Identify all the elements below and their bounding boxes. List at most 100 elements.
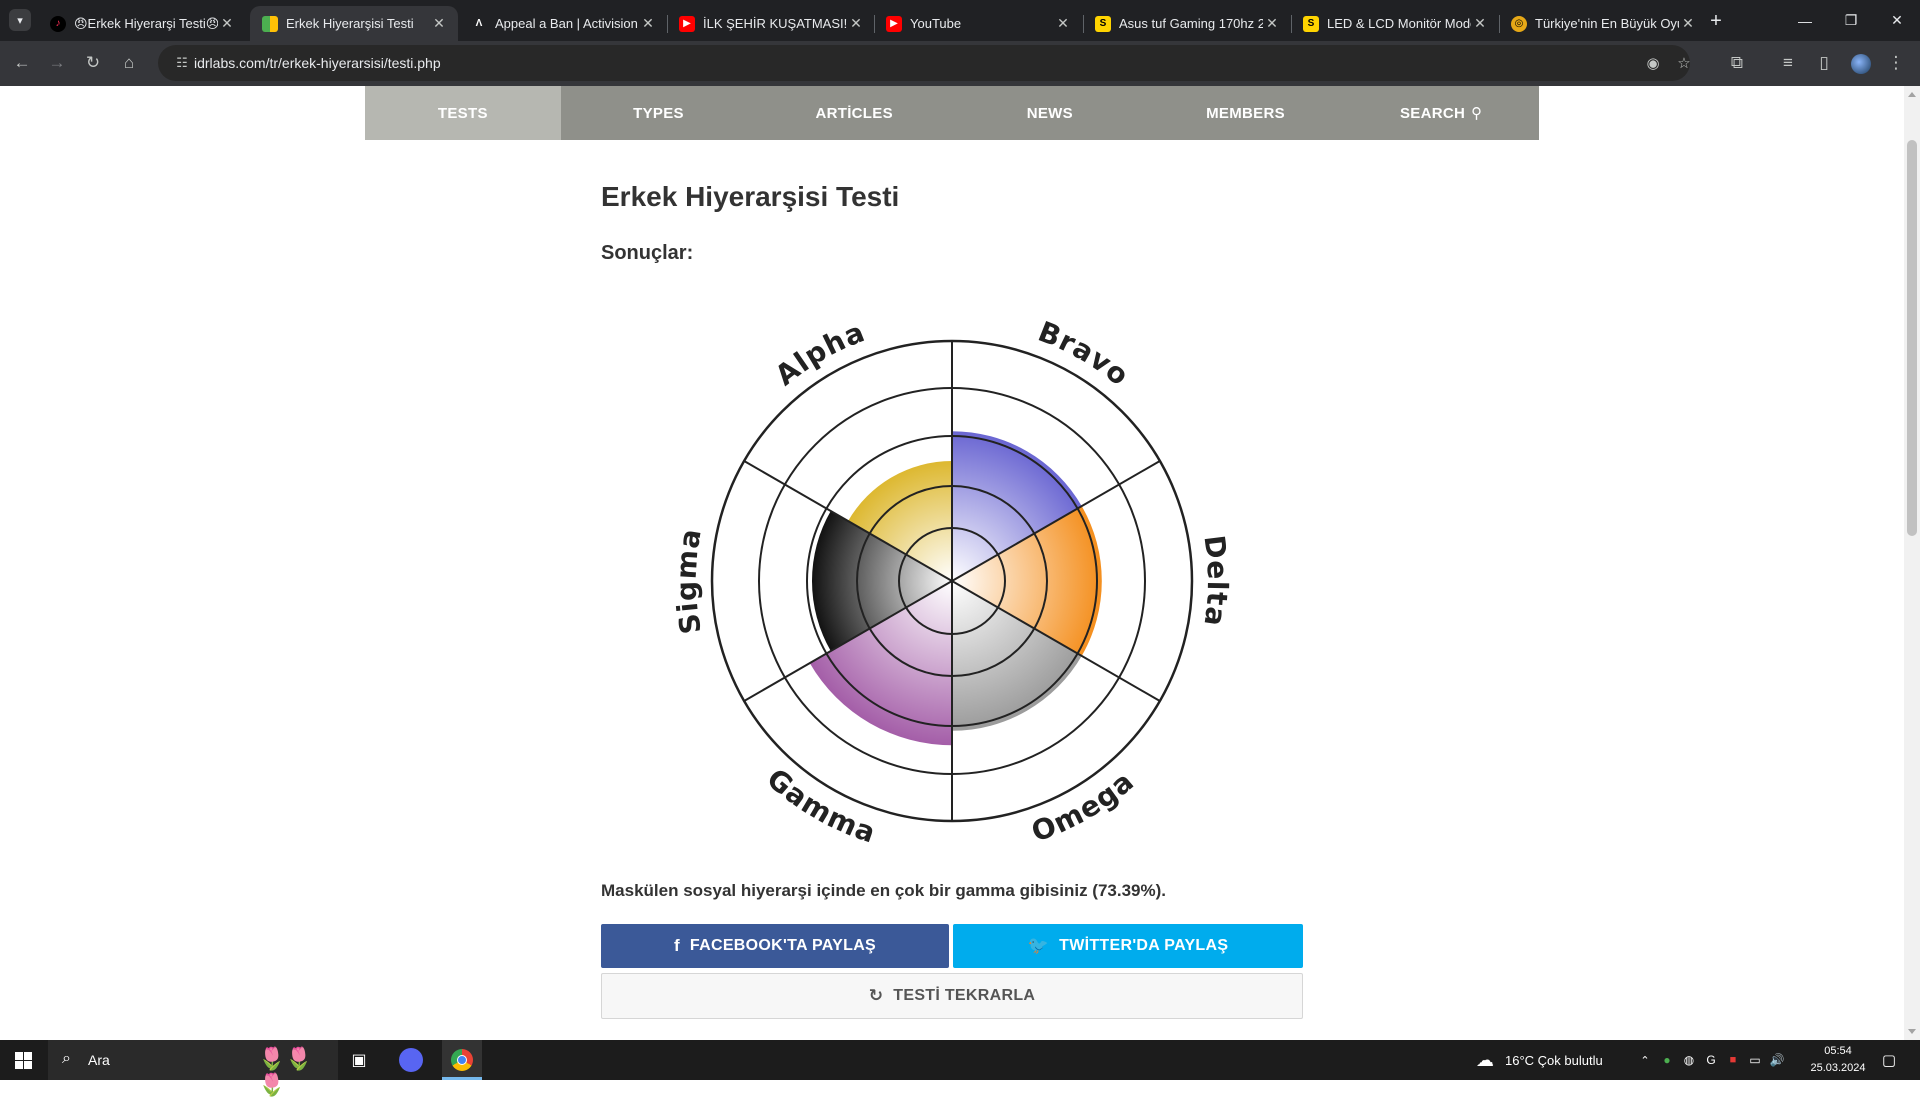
share-twitter-label: TWİTTER'DA PAYLAŞ (1059, 937, 1229, 954)
tab-close-icon[interactable]: ✕ (1679, 15, 1697, 32)
search-icon: ⌕ (62, 1050, 71, 1067)
site-info-icon[interactable]: ☷ (172, 53, 192, 73)
nav-types[interactable]: TYPES (561, 86, 757, 140)
address-bar[interactable]: ☷ idrlabs.com/tr/erkek-hiyerarsisi/testi… (158, 45, 1691, 81)
tab-close-icon[interactable]: ✕ (1471, 15, 1489, 32)
back-button[interactable]: ← (8, 49, 36, 77)
clock-time[interactable]: 05:54 (1808, 1045, 1868, 1057)
tray-app-icon[interactable]: ● (1658, 1040, 1676, 1080)
bookmark-star-icon[interactable]: ☆ (1673, 52, 1695, 74)
site-navigation: TESTS TYPES ARTİCLES NEWS MEMBERS SEARCH ⚲ (365, 86, 1539, 140)
chart-label-sigma: Sigma (670, 526, 708, 637)
nav-articles[interactable]: ARTİCLES (756, 86, 952, 140)
steam-icon[interactable]: ◍ (1680, 1040, 1698, 1080)
browser-tab[interactable]: ◎ Türkiye'nin En Büyük Oyu ✕ (1499, 6, 1707, 41)
twitter-icon: 🐦 (1027, 936, 1050, 955)
nav-label: TYPES (633, 104, 684, 122)
tab-close-icon[interactable]: ✕ (1054, 15, 1072, 32)
tab-title: Appeal a Ban | Activision S (495, 16, 639, 31)
windows-logo-icon (14, 1051, 32, 1069)
clock-date[interactable]: 25.03.2024 (1802, 1062, 1874, 1074)
url-text[interactable]: idrlabs.com/tr/erkek-hiyerarsisi/testi.p… (194, 55, 441, 71)
chart-label-delta: Delta (1197, 533, 1234, 629)
nav-label: MEMBERS (1206, 104, 1285, 122)
scroll-up-arrow-icon[interactable] (1908, 92, 1916, 97)
side-panel-icon[interactable]: ▯ (1810, 49, 1838, 77)
browser-tab[interactable]: ▶ İLK ŞEHİR KUŞATMASI! | M✕ (667, 6, 875, 41)
nav-news[interactable]: NEWS (952, 86, 1148, 140)
tab-close-icon[interactable]: ✕ (1263, 15, 1281, 32)
start-button[interactable] (8, 1040, 38, 1080)
retry-test-label: TESTİ TEKRARLA (893, 987, 1036, 1004)
scroll-down-arrow-icon[interactable] (1908, 1029, 1916, 1034)
browser-tab[interactable]: ♪ 😠Erkek Hiyerarşi Testi😠 ✕ (38, 6, 246, 41)
share-twitter-button[interactable]: 🐦 TWİTTER'DA PAYLAŞ (953, 924, 1303, 968)
tab-title: Erkek Hiyerarşisi Testi (286, 16, 414, 31)
taskbar-search-placeholder: Ara (88, 1052, 110, 1068)
nav-search[interactable]: SEARCH ⚲ (1343, 86, 1539, 140)
tab-close-icon[interactable]: ✕ (847, 15, 865, 32)
menu-icon[interactable]: ⋮ (1882, 49, 1910, 77)
hierarchy-chart-svg: Alpha BravoDeltaOmegaGammaSigma (670, 315, 1234, 850)
discord-app-icon[interactable] (393, 1040, 429, 1080)
tab-title: Türkiye'nin En Büyük Oyu (1535, 16, 1679, 31)
reload-button[interactable]: ↻ (79, 49, 107, 77)
tab-title: Asus tuf Gaming 170hz 2 (1119, 16, 1263, 31)
scrollbar-thumb[interactable] (1907, 140, 1917, 536)
tab-close-icon[interactable]: ✕ (639, 15, 657, 32)
search-icon: ⚲ (1471, 105, 1483, 122)
close-window-button[interactable]: ✕ (1874, 0, 1920, 41)
tab-close-icon[interactable]: ✕ (430, 15, 448, 32)
tab-strip: ▾ ♪ 😠Erkek Hiyerarşi Testi😠 ✕ Erkek Hiyerar… (0, 0, 1920, 41)
nav-members[interactable]: MEMBERS (1148, 86, 1344, 140)
facebook-icon: f (673, 936, 680, 955)
taskbar-search[interactable]: ⌕ Ara 🌷🌷🌷 (48, 1040, 338, 1097)
tab-separator (1291, 15, 1292, 33)
tray-g-icon[interactable]: G (1702, 1040, 1720, 1080)
nav-tests[interactable]: TESTS (365, 86, 561, 140)
tab-search-button[interactable]: ▾ (9, 9, 31, 31)
nav-label: TESTS (437, 104, 488, 122)
forward-button[interactable]: → (43, 49, 71, 77)
notifications-icon[interactable]: ▢ (1874, 1040, 1904, 1080)
nav-label: SEARCH (1399, 104, 1466, 122)
eye-slash-icon[interactable]: ◉ (1642, 52, 1664, 74)
page-scrollbar[interactable] (1904, 86, 1920, 1040)
activision-icon: Λ (475, 18, 483, 29)
media-control-icon[interactable]: ≡ (1774, 49, 1802, 77)
weather-cloud-icon[interactable]: ☁ (1472, 1040, 1498, 1080)
home-button[interactable]: ⌂ (115, 49, 143, 77)
youtube-icon: ▶ (886, 15, 902, 32)
tab-separator (1499, 15, 1500, 33)
share-facebook-label: FACEBOOK'TA PAYLAŞ (689, 937, 877, 954)
idrlabs-icon (262, 15, 278, 32)
amd-icon[interactable]: ■ (1724, 1040, 1742, 1080)
tray-chevron-icon[interactable]: ⌃ (1636, 1040, 1654, 1080)
weather-text[interactable]: 16°C Çok bulutlu (1505, 1053, 1603, 1068)
new-tab-button[interactable]: + (1703, 8, 1729, 34)
windows-taskbar: ⌕ Ara 🌷🌷🌷 ▣ ☁ 16°C Çok bulutlu ⌃ ● ◍ G ■… (0, 1040, 1920, 1097)
browser-tab[interactable]: S LED & LCD Monitör Mode ✕ (1291, 6, 1499, 41)
share-facebook-button[interactable]: f FACEBOOK'TA PAYLAŞ (601, 924, 949, 968)
nav-label: ARTİCLES (815, 104, 893, 122)
chart-label-omega: Omega (1027, 764, 1140, 848)
nav-label: NEWS (1026, 104, 1073, 122)
profile-avatar[interactable] (1851, 54, 1871, 74)
tab-title: 😠Erkek Hiyerarşi Testi😠 (74, 15, 218, 31)
browser-tab[interactable]: ▶ YouTube ✕ (874, 6, 1082, 41)
extensions-icon[interactable]: ⧉ (1723, 49, 1751, 77)
restore-button[interactable]: ❐ (1828, 0, 1874, 41)
minimize-button[interactable]: — (1782, 0, 1828, 41)
tab-title: İLK ŞEHİR KUŞATMASI! | M (703, 16, 847, 31)
chrome-app-icon[interactable] (442, 1040, 482, 1080)
task-view-icon[interactable]: ▣ (344, 1040, 374, 1080)
tab-separator (874, 15, 875, 33)
volume-icon[interactable]: 🔊 (1768, 1040, 1786, 1080)
tiktok-icon: ♪ (50, 15, 66, 32)
browser-tab[interactable]: Λ Appeal a Ban | Activision S ✕ (459, 6, 667, 41)
tab-close-icon[interactable]: ✕ (218, 15, 236, 32)
network-icon[interactable]: ▭ (1746, 1040, 1764, 1080)
retry-test-button[interactable]: ↻ TESTİ TEKRARLA (601, 973, 1303, 1019)
browser-tab[interactable]: S Asus tuf Gaming 170hz 2 ✕ (1083, 6, 1291, 41)
browser-tab[interactable]: Erkek Hiyerarşisi Testi ✕ (250, 6, 458, 41)
